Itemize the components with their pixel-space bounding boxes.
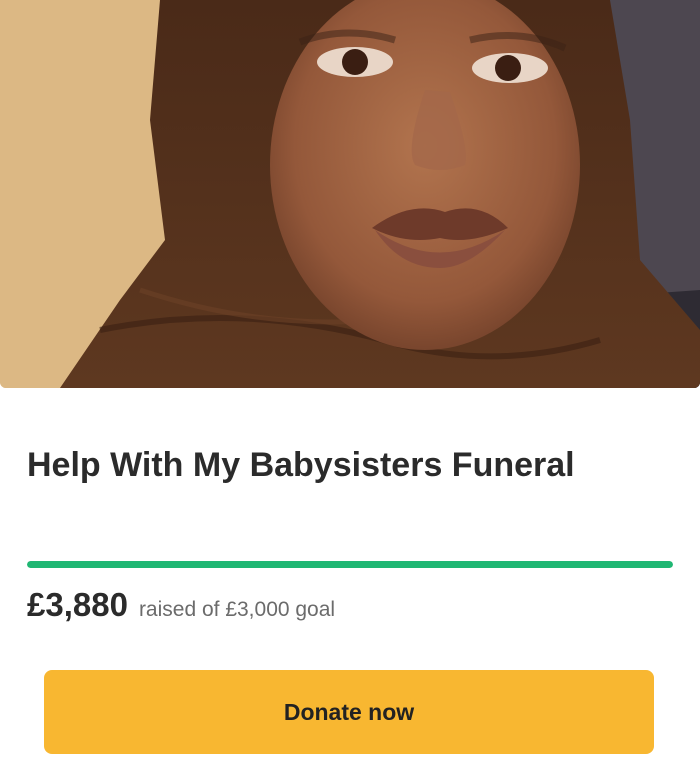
amount-raised: £3,880 bbox=[27, 586, 128, 623]
campaign-photo bbox=[0, 0, 700, 388]
goal-text: raised of £3,000 goal bbox=[138, 598, 336, 621]
funding-summary: £3,880 raised of £3,000 goal bbox=[27, 586, 335, 624]
funding-progress-fill bbox=[27, 561, 673, 568]
funding-progress-bar bbox=[27, 561, 673, 568]
campaign-title: Help With My Babysisters Funeral bbox=[27, 446, 575, 484]
donate-now-button[interactable]: Donate now bbox=[44, 670, 654, 754]
portrait-illustration bbox=[0, 0, 700, 388]
